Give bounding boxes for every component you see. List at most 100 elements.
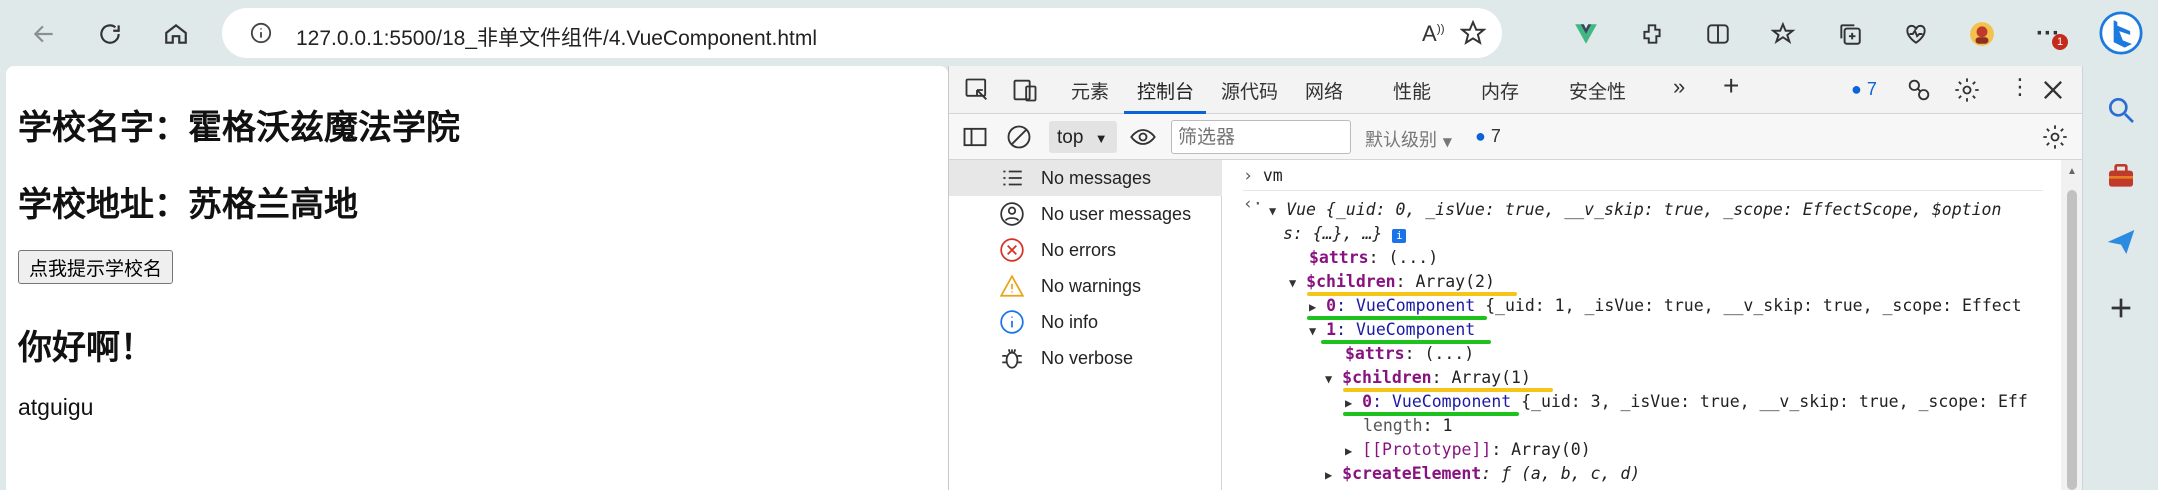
collapse-triangle-icon[interactable]: ▶ bbox=[1345, 396, 1352, 410]
bing-icon[interactable] bbox=[2096, 8, 2146, 58]
tab-security[interactable]: 安全性 bbox=[1569, 77, 1626, 104]
message-bubble-icon: ● bbox=[1475, 126, 1486, 146]
message-count[interactable]: ● 7 bbox=[1475, 126, 1501, 147]
scroll-thumb[interactable] bbox=[2067, 190, 2077, 490]
sidebar-toggle-icon[interactable] bbox=[961, 123, 989, 151]
extensions-icon[interactable] bbox=[1632, 14, 1672, 54]
console-sidebar: No messages No user messages No errors N… bbox=[949, 160, 1222, 490]
add-icon[interactable] bbox=[2105, 292, 2137, 324]
tab-console[interactable]: 控制台 bbox=[1137, 77, 1194, 104]
live-expression-icon[interactable] bbox=[1129, 123, 1157, 151]
divider bbox=[1243, 190, 2043, 191]
length-row: length: 1 bbox=[1363, 416, 1453, 435]
sidebar-item-errors[interactable]: No errors bbox=[949, 232, 1222, 268]
url-text[interactable]: 127.0.0.1:5500/18_非单文件组件/4.VueComponent.… bbox=[296, 22, 817, 52]
devtools-panel: 元素 控制台 源代码 网络 性能 内存 安全性 » + ● 7 ⋮ top ▼ … bbox=[948, 66, 2083, 490]
tab-elements[interactable]: 元素 bbox=[1071, 77, 1109, 104]
warning-icon bbox=[999, 274, 1025, 297]
info-badge-icon[interactable]: i bbox=[1392, 229, 1407, 243]
log-levels-select[interactable]: 默认级别 ▼ bbox=[1365, 126, 1452, 152]
profile-avatar[interactable] bbox=[1962, 14, 2002, 54]
child-1-children-row[interactable]: ▼ $children: Array(1) bbox=[1325, 368, 1531, 387]
info-icon bbox=[1000, 310, 1024, 334]
performance-icon[interactable] bbox=[1896, 14, 1936, 54]
school-name-heading: 学校名字：霍格沃兹魔法学院 bbox=[18, 108, 460, 148]
name-text: atguigu bbox=[18, 394, 94, 420]
page-viewport: 学校名字：霍格沃兹魔法学院 学校地址：苏格兰高地 点我提示学校名 你好啊！ at… bbox=[6, 66, 948, 490]
show-school-name-button[interactable]: 点我提示学校名 bbox=[18, 250, 174, 284]
vue-devtools-icon[interactable] bbox=[1566, 14, 1606, 54]
sidebar-item-label: No messages bbox=[1041, 168, 1152, 188]
console-scrollbar[interactable]: ▲ bbox=[2061, 160, 2083, 490]
tab-memory[interactable]: 内存 bbox=[1481, 77, 1519, 104]
favorite-icon[interactable] bbox=[1460, 20, 1486, 46]
read-aloud-icon[interactable]: A)) bbox=[1422, 21, 1445, 47]
expand-triangle-icon[interactable]: ▼ bbox=[1325, 372, 1332, 386]
sidebar-item-label: No user messages bbox=[1041, 204, 1192, 224]
devtools-tabbar: 元素 控制台 源代码 网络 性能 内存 安全性 » + ● 7 ⋮ bbox=[949, 66, 2083, 114]
sidebar-item-user-messages[interactable]: No user messages bbox=[949, 196, 1222, 232]
info-icon[interactable] bbox=[250, 22, 272, 44]
address-bar[interactable]: 127.0.0.1:5500/18_非单文件组件/4.VueComponent.… bbox=[222, 8, 1502, 58]
tab-network[interactable]: 网络 bbox=[1305, 77, 1343, 104]
greeting-heading: 你好啊！ bbox=[18, 328, 154, 368]
create-element-row[interactable]: ▶ $createElement: ƒ (a, b, c, d) bbox=[1325, 464, 1640, 483]
close-icon[interactable] bbox=[2039, 76, 2067, 104]
child-1-row[interactable]: ▼ 1: VueComponent bbox=[1309, 320, 1475, 339]
expand-triangle-icon[interactable]: ▼ bbox=[1269, 204, 1276, 218]
prototype-row[interactable]: ▶ [[Prototype]]: Array(0) bbox=[1345, 440, 1591, 459]
settings-icon[interactable] bbox=[1953, 76, 1981, 104]
search-icon[interactable] bbox=[2105, 94, 2137, 126]
expand-triangle-icon[interactable]: ▼ bbox=[1289, 276, 1296, 290]
vue-instance-row[interactable]: ▼ Vue {_uid: 0, _isVue: true, __v_skip: … bbox=[1269, 200, 2001, 219]
send-icon[interactable] bbox=[2105, 226, 2137, 258]
collections-icon[interactable] bbox=[1830, 14, 1870, 54]
list-icon bbox=[1003, 170, 1022, 186]
school-address-heading: 学校地址：苏格兰高地 bbox=[18, 185, 358, 225]
reload-icon[interactable] bbox=[90, 14, 130, 54]
issues-counter[interactable]: ● 7 bbox=[1851, 79, 1877, 100]
more-tabs-icon[interactable]: » bbox=[1673, 74, 1685, 100]
tab-sources[interactable]: 源代码 bbox=[1221, 77, 1278, 104]
prompt-icon: › bbox=[1243, 166, 1253, 185]
result-arrow-icon: ‹· bbox=[1243, 194, 1263, 213]
home-icon[interactable] bbox=[156, 14, 196, 54]
device-emulation-icon[interactable] bbox=[1011, 76, 1039, 104]
children-row[interactable]: ▼ $children: Array(2) bbox=[1289, 272, 1495, 291]
back-icon[interactable] bbox=[24, 14, 64, 54]
filter-input[interactable] bbox=[1171, 120, 1351, 154]
sidebar-item-info[interactable]: No info bbox=[949, 304, 1222, 340]
sidebar-item-label: No errors bbox=[1041, 240, 1117, 260]
split-screen-icon[interactable] bbox=[1698, 14, 1738, 54]
connection-icon[interactable] bbox=[1905, 76, 1933, 104]
attrs-row[interactable]: $attrs: (...) bbox=[1309, 248, 1438, 267]
child-1-attrs-row[interactable]: $attrs: (...) bbox=[1345, 344, 1474, 363]
sidebar-item-messages[interactable]: No messages bbox=[949, 160, 1222, 196]
browser-toolbar: 127.0.0.1:5500/18_非单文件组件/4.VueComponent.… bbox=[0, 0, 2158, 66]
child-0-row[interactable]: ▶ 0: VueComponent {_uid: 1, _isVue: true… bbox=[1309, 296, 2022, 315]
context-select[interactable]: top ▼ bbox=[1049, 121, 1117, 153]
result-row[interactable]: ‹· bbox=[1243, 194, 1263, 213]
expand-triangle-icon[interactable]: ▼ bbox=[1309, 324, 1316, 338]
console-toolbar: top ▼ 默认级别 ▼ ● 7 bbox=[949, 114, 2083, 160]
console-settings-icon[interactable] bbox=[2041, 123, 2069, 151]
clear-console-icon[interactable] bbox=[1005, 123, 1033, 151]
favorites-icon[interactable] bbox=[1764, 14, 1804, 54]
inspect-icon[interactable] bbox=[963, 76, 991, 104]
sidebar-item-warnings[interactable]: No warnings bbox=[949, 268, 1222, 304]
more-icon[interactable]: ··· 1 bbox=[2028, 14, 2068, 54]
tools-icon[interactable] bbox=[2105, 160, 2137, 192]
sidebar-item-verbose[interactable]: No verbose bbox=[949, 340, 1222, 376]
grandchild-0-row[interactable]: ▶ 0: VueComponent {_uid: 3, _isVue: true… bbox=[1345, 392, 2028, 411]
collapse-triangle-icon[interactable]: ▶ bbox=[1309, 300, 1316, 314]
kebab-menu-icon[interactable]: ⋮ bbox=[2009, 74, 2031, 100]
tab-performance[interactable]: 性能 bbox=[1393, 77, 1431, 104]
error-icon bbox=[1000, 238, 1024, 262]
sidebar-item-label: No info bbox=[1041, 312, 1099, 332]
scroll-up-icon[interactable]: ▲ bbox=[2067, 166, 2077, 177]
add-tab-icon[interactable]: + bbox=[1723, 70, 1739, 102]
collapse-triangle-icon[interactable]: ▶ bbox=[1325, 468, 1332, 482]
collapse-triangle-icon[interactable]: ▶ bbox=[1345, 444, 1352, 458]
dropdown-icon: ▼ bbox=[1094, 131, 1108, 146]
message-bubble-icon: ● bbox=[1851, 79, 1862, 99]
